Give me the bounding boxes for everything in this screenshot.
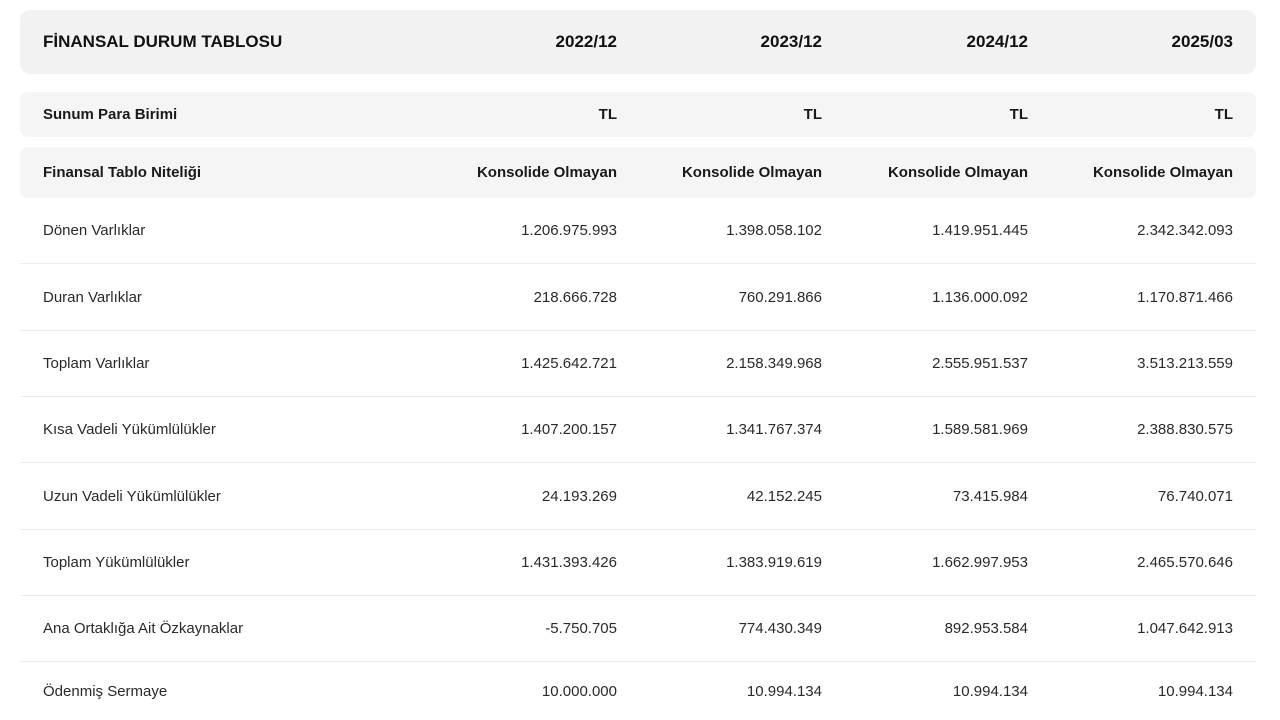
cell-value: 1.136.000.092 — [932, 289, 1028, 306]
cell-value: 24.193.269 — [541, 488, 617, 505]
cell-value: 1.383.919.619 — [726, 554, 822, 571]
cell-value: 1.589.581.969 — [932, 421, 1028, 438]
currency-label: Sunum Para Birimi — [43, 106, 178, 123]
cell-value: 218.666.728 — [533, 289, 617, 306]
cell-value: 10.994.134 — [1157, 682, 1233, 700]
cell-value: 1.341.767.374 — [726, 421, 822, 438]
cell-value: 73.415.984 — [952, 488, 1028, 505]
cell-value: 2.555.951.537 — [932, 355, 1028, 372]
currency-value: TL — [1214, 106, 1233, 123]
period-header: 2023/12 — [760, 32, 822, 51]
cell-value: 1.206.975.993 — [521, 222, 617, 239]
period-header: 2024/12 — [966, 32, 1028, 51]
cell-value: 1.662.997.953 — [932, 554, 1028, 571]
cell-value: 2.342.342.093 — [1137, 222, 1233, 239]
table-row: Ödenmiş Sermaye 10.000.000 10.994.134 10… — [20, 662, 1256, 720]
currency-value: TL — [598, 106, 617, 123]
cell-value: 1.425.642.721 — [521, 355, 617, 372]
row-label: Duran Varlıklar — [43, 289, 142, 306]
table-row: Ana Ortaklığa Ait Özkaynaklar -5.750.705… — [20, 596, 1256, 662]
cell-value: 1.398.058.102 — [726, 222, 822, 239]
statement-nature-label: Finansal Tablo Niteliği — [43, 164, 202, 181]
cell-value: 774.430.349 — [738, 620, 822, 637]
table-header-row: FİNANSAL DURUM TABLOSU 2022/12 2023/12 2… — [20, 10, 1256, 74]
statement-nature-row: Finansal Tablo Niteliği Konsolide Olmaya… — [20, 147, 1256, 198]
period-header: 2022/12 — [555, 32, 617, 51]
row-label: Uzun Vadeli Yükümlülükler — [43, 488, 221, 505]
cell-value: 1.431.393.426 — [521, 554, 617, 571]
period-header: 2025/03 — [1171, 32, 1233, 51]
currency-value: TL — [803, 106, 822, 123]
financial-table: FİNANSAL DURUM TABLOSU 2022/12 2023/12 2… — [0, 0, 1280, 720]
row-label: Dönen Varlıklar — [43, 222, 146, 239]
cell-value: 2.158.349.968 — [726, 355, 822, 372]
cell-value: 2.388.830.575 — [1137, 421, 1233, 438]
statement-nature-value: Konsolide Olmayan — [476, 164, 617, 181]
currency-row: Sunum Para Birimi TL TL TL TL — [20, 92, 1256, 137]
table-title: FİNANSAL DURUM TABLOSU — [43, 32, 283, 51]
cell-value: 1.170.871.466 — [1137, 289, 1233, 306]
row-label: Ana Ortaklığa Ait Özkaynaklar — [43, 620, 244, 637]
cell-value: 42.152.245 — [746, 488, 822, 505]
cell-value: 2.465.570.646 — [1137, 554, 1233, 571]
cell-value: 3.513.213.559 — [1137, 355, 1233, 372]
cell-value: 10.994.134 — [952, 682, 1028, 700]
cell-value: 760.291.866 — [738, 289, 822, 306]
cell-value: 892.953.584 — [944, 620, 1028, 637]
statement-nature-value: Konsolide Olmayan — [681, 164, 822, 181]
cell-value: 10.000.000 — [541, 682, 617, 700]
table-row: Toplam Varlıklar 1.425.642.721 2.158.349… — [20, 331, 1256, 397]
table-row: Kısa Vadeli Yükümlülükler 1.407.200.157 … — [20, 397, 1256, 463]
row-label: Toplam Varlıklar — [43, 355, 150, 372]
currency-value: TL — [1009, 106, 1028, 123]
row-label: Kısa Vadeli Yükümlülükler — [43, 421, 216, 438]
table-row: Uzun Vadeli Yükümlülükler 24.193.269 42.… — [20, 464, 1256, 530]
table-row: Dönen Varlıklar 1.206.975.993 1.398.058.… — [20, 198, 1256, 264]
row-label: Toplam Yükümlülükler — [43, 554, 190, 571]
statement-nature-value: Konsolide Olmayan — [887, 164, 1028, 181]
row-label: Ödenmiş Sermaye — [43, 682, 168, 700]
cell-value: 10.994.134 — [746, 682, 822, 700]
cell-value: 1.419.951.445 — [932, 222, 1028, 239]
cell-value: 76.740.071 — [1157, 488, 1233, 505]
cell-value: -5.750.705 — [545, 620, 617, 637]
cell-value: 1.407.200.157 — [521, 421, 617, 438]
cell-value: 1.047.642.913 — [1137, 620, 1233, 637]
statement-nature-value: Konsolide Olmayan — [1092, 164, 1233, 181]
table-row: Toplam Yükümlülükler 1.431.393.426 1.383… — [20, 530, 1256, 596]
table-row: Duran Varlıklar 218.666.728 760.291.866 … — [20, 265, 1256, 331]
